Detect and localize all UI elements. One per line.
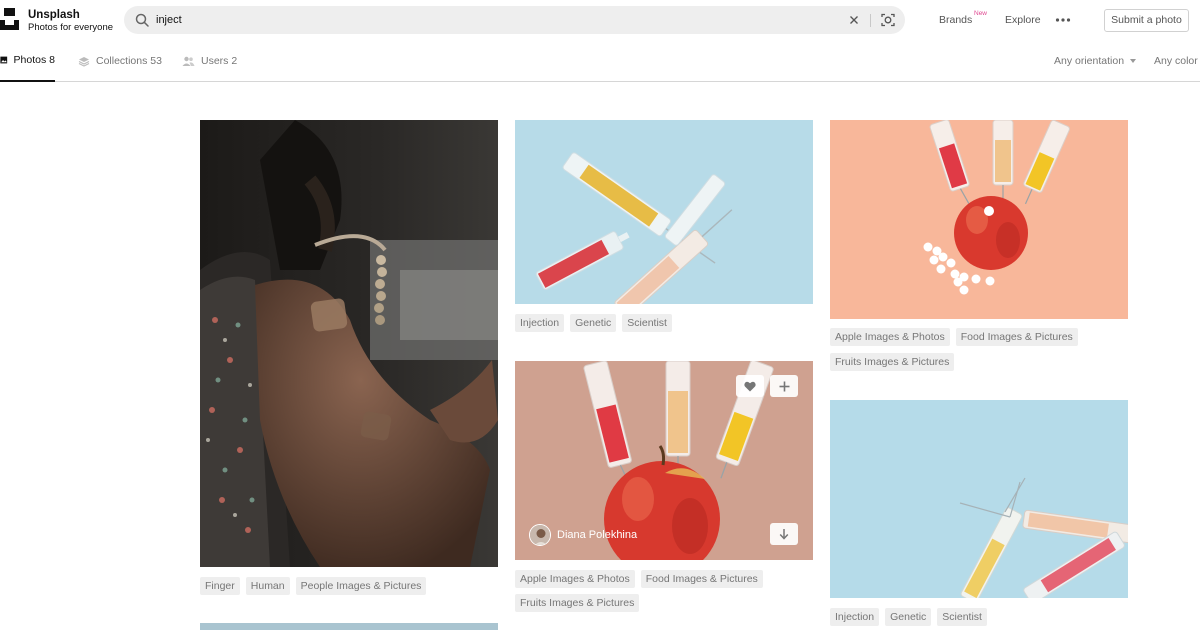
plus-icon — [779, 381, 789, 391]
photo-syringes-crossed-image — [830, 400, 1128, 598]
search-tabs-bar: Photos 8 Collections 53 Users 2 Any orie… — [0, 40, 1200, 82]
tag-people[interactable]: People Images & Pictures — [295, 577, 427, 595]
top-header: Unsplash Photos for everyone Brands New … — [0, 0, 1200, 40]
photo-card-syringes-crossed[interactable] — [830, 400, 1128, 598]
photo-card-partial[interactable] — [200, 623, 498, 630]
tab-users-label: Users — [201, 55, 229, 67]
tag-genetic[interactable]: Genetic — [885, 608, 932, 626]
photo-syringes-crossed-tags: Injection Genetic Scientist — [830, 608, 987, 626]
tag-genetic[interactable]: Genetic — [570, 314, 617, 332]
tag-scientist[interactable]: Scientist — [937, 608, 987, 626]
clear-icon[interactable] — [848, 14, 860, 26]
tag-scientist[interactable]: Scientist — [622, 314, 672, 332]
brand-tagline: Photos for everyone — [28, 22, 114, 33]
tab-photos-count: 8 — [49, 54, 55, 66]
download-button[interactable] — [770, 523, 798, 545]
photo-author[interactable]: Diana Polekhina — [529, 524, 637, 546]
nav-brands-link[interactable]: Brands — [939, 14, 972, 26]
photo-apple-peach-image — [830, 120, 1128, 319]
photo-apple-hover-tags: Apple Images & Photos Food Images & Pict… — [515, 570, 763, 588]
submit-photo-button[interactable]: Submit a photo — [1104, 9, 1189, 32]
nav-explore-link[interactable]: Explore — [1005, 14, 1041, 26]
author-name: Diana Polekhina — [557, 529, 638, 541]
tab-collections-label: Collections — [96, 55, 148, 67]
like-button[interactable] — [736, 375, 764, 397]
tag-finger[interactable]: Finger — [200, 577, 240, 595]
unsplash-logo-icon[interactable] — [0, 8, 19, 30]
tag-apple[interactable]: Apple Images & Photos — [830, 328, 950, 346]
tag-food[interactable]: Food Images & Pictures — [640, 570, 763, 588]
photo-card-syringes-blue[interactable] — [515, 120, 813, 304]
color-filter[interactable]: Any color — [1154, 40, 1198, 82]
author-avatar — [529, 524, 551, 546]
users-icon — [182, 56, 195, 66]
tag-human[interactable]: Human — [245, 577, 290, 595]
search-icon[interactable] — [135, 13, 149, 27]
photo-child-tags: Finger Human People Images & Pictures — [200, 577, 427, 595]
photo-apple-peach-tags: Apple Images & Photos Food Images & Pict… — [830, 328, 1078, 346]
brand-block[interactable]: Unsplash Photos for everyone — [28, 9, 113, 34]
more-options-icon[interactable] — [1055, 17, 1071, 23]
photo-card-apple-peach[interactable] — [830, 120, 1128, 319]
tag-apple[interactable]: Apple Images & Photos — [515, 570, 635, 588]
new-badge: New — [974, 10, 988, 17]
chevron-down-icon — [1130, 59, 1137, 63]
avatar-icon — [530, 525, 550, 545]
tab-users[interactable]: Users 2 — [182, 40, 237, 82]
tag-injection[interactable]: Injection — [515, 314, 565, 332]
photo-icon — [0, 56, 8, 64]
photo-card-apple-hover[interactable]: Diana Polekhina — [515, 361, 813, 560]
tab-photos-label: Photos — [13, 54, 47, 66]
orientation-filter[interactable]: Any orientation — [1054, 40, 1137, 82]
search-input[interactable] — [156, 11, 836, 29]
search-divider — [870, 14, 871, 27]
photo-card-child[interactable] — [200, 120, 498, 567]
tag-fruits[interactable]: Fruits Images & Pictures — [830, 353, 955, 371]
tag-injection[interactable]: Injection — [830, 608, 880, 626]
brand-title: Unsplash — [28, 9, 80, 21]
photo-apple-hover-tags-row2: Fruits Images & Pictures — [515, 594, 640, 612]
tab-collections[interactable]: Collections 53 — [78, 40, 162, 82]
orientation-filter-label: Any orientation — [1054, 55, 1125, 67]
heart-icon — [744, 381, 756, 391]
tab-collections-count: 53 — [150, 55, 162, 67]
search-bar — [124, 6, 905, 34]
photo-syringes-blue-image — [515, 120, 813, 304]
tag-food[interactable]: Food Images & Pictures — [955, 328, 1078, 346]
tab-photos[interactable]: Photos 8 — [0, 40, 55, 82]
tag-fruits[interactable]: Fruits Images & Pictures — [515, 594, 640, 612]
visual-search-icon[interactable] — [880, 12, 896, 28]
photo-child-image — [200, 120, 498, 567]
download-arrow-icon — [779, 529, 789, 540]
add-to-collection-button[interactable] — [770, 375, 798, 397]
tab-users-count: 2 — [231, 55, 238, 67]
color-filter-label: Any color — [1154, 55, 1198, 67]
photo-apple-peach-tags-row2: Fruits Images & Pictures — [830, 353, 955, 371]
collections-icon — [78, 56, 90, 67]
photo-syringes-blue-tags: Injection Genetic Scientist — [515, 314, 672, 332]
